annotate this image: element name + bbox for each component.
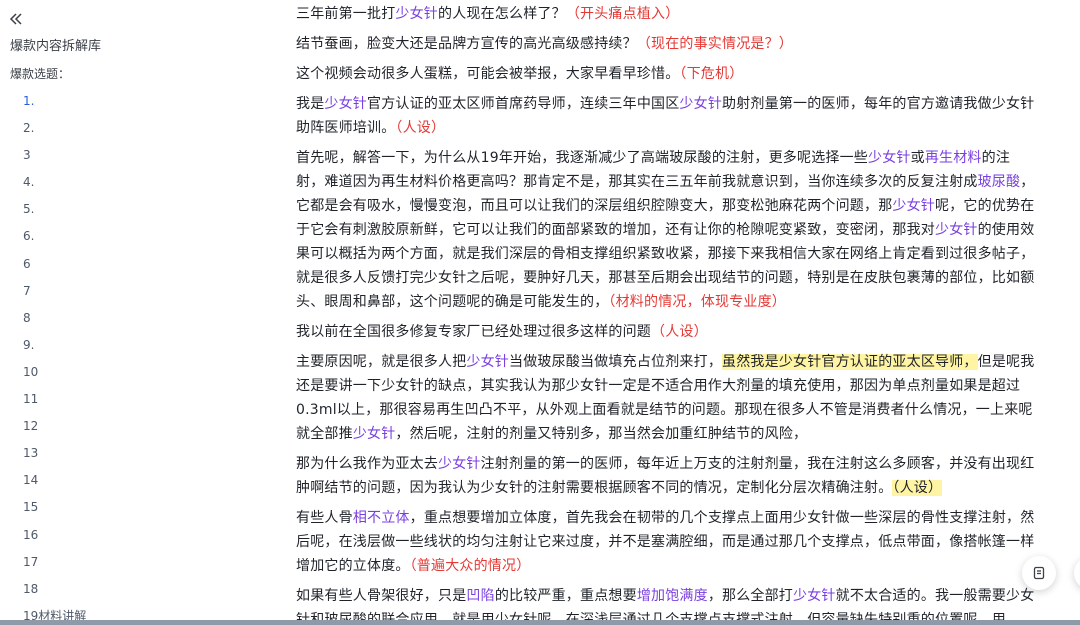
keyword: 少女针 — [438, 456, 481, 472]
sidebar: 爆款内容拆解库 爆款选题： 1. 2. 3 4. 5. 6. 6 7 8 9. 10 11 12 13 14… — [0, 0, 285, 625]
highlight: 虽然我是少女针官方认证的亚太区导师， — [722, 354, 978, 370]
text: 我是 — [296, 96, 325, 112]
keyword: 少女针 — [892, 198, 936, 214]
outline-item[interactable]: 10 — [23, 363, 86, 390]
text: 的比较严重，重点想要 — [494, 588, 637, 604]
outline-item[interactable]: 3 — [23, 146, 86, 173]
outline-item[interactable]: 12 — [23, 417, 86, 444]
document-icon — [1033, 566, 1045, 580]
outline-item[interactable]: 8 — [23, 309, 86, 336]
keyword: 少女针 — [935, 222, 978, 238]
bottom-scrollbar[interactable] — [0, 620, 1080, 625]
keyword: 玻尿酸 — [977, 174, 1021, 190]
keyword: 少女针 — [868, 150, 911, 166]
keyword: 少女针 — [395, 6, 439, 22]
paragraph-7: 主要原因呢，就是很多人把少女针当做玻尿酸当做填充占位剂来打，虽然我是少女针官方认… — [296, 350, 1038, 446]
text: 结节蚕画，脸变大还是品牌方宣传的高光高级感持续？ — [296, 36, 637, 52]
outline-item[interactable]: 6. — [23, 227, 86, 254]
keyword: 再生材料 — [924, 150, 982, 166]
outline-item[interactable]: 15 — [23, 498, 86, 525]
text: 我以前在全国很多修复专家厂已经处理过很多这样的问题 — [296, 324, 651, 340]
outline-item[interactable]: 16 — [23, 526, 86, 553]
annotation: （开头痛点植入） — [565, 6, 680, 22]
annotation: （下危机） — [679, 66, 744, 82]
text: 或 — [910, 150, 925, 166]
text: ，然后呢，注射的剂量又特别多，那当然会加重红肿结节的风险， — [395, 426, 808, 442]
outline-item[interactable]: 7 — [23, 282, 86, 309]
outline-item[interactable]: 14 — [23, 471, 86, 498]
outline-item[interactable]: 1. — [23, 92, 86, 119]
text: 的人现在怎么样了？ — [438, 6, 566, 22]
paragraph-1: 三年前第一批打少女针的人现在怎么样了？（开头痛点植入） — [296, 2, 1038, 26]
outline-list: 1. 2. 3 4. 5. 6. 6 7 8 9. 10 11 12 13 14 15 16 17 18 19材料讲解 — [23, 92, 86, 625]
text: 那为什么我作为亚太去 — [296, 456, 438, 472]
text: 主要原因呢，就是很多人把 — [296, 354, 467, 370]
keyword: 少女针 — [679, 96, 723, 112]
annotation: （人设） — [651, 324, 708, 340]
outline-item[interactable]: 11 — [23, 390, 86, 417]
outline-item[interactable]: 5. — [23, 200, 86, 227]
annotation: （人设） — [395, 120, 446, 136]
annotation: （普遍大众的情况） — [409, 558, 531, 574]
keyword: 增加饱满度 — [636, 588, 708, 604]
paragraph-5: 首先呢，解答一下，为什么从19年开始，我逐渐减少了高端玻尿酸的注射，更多呢选择一… — [296, 146, 1038, 314]
outline-item[interactable]: 18 — [23, 580, 86, 607]
outline-item[interactable]: 6 — [23, 255, 86, 282]
text: 如果有些人骨架很好，只是 — [296, 588, 467, 604]
outline-item[interactable]: 17 — [23, 553, 86, 580]
outline-item[interactable]: 4. — [23, 173, 86, 200]
paragraph-4: 我是少女针官方认证的亚太区师首席药导师，连续三年中国区少女针助射剂量第一的医师，… — [296, 92, 1038, 140]
topics-heading: 爆款选题： — [10, 67, 71, 81]
library-title: 爆款内容拆解库 — [10, 39, 102, 54]
keyword: 少女针 — [324, 96, 368, 112]
text: 有些人骨 — [296, 510, 353, 526]
keyword: 少女针 — [466, 354, 510, 370]
document-tool-button[interactable] — [1022, 556, 1056, 590]
keyword: 少女针 — [793, 588, 836, 604]
keyword: 少女针 — [352, 426, 396, 442]
highlight: （人设） — [892, 480, 943, 496]
chevrons-left-icon — [9, 13, 22, 25]
text: 当做玻尿酸当做填充占位剂来打， — [509, 354, 723, 370]
outline-item[interactable]: 13 — [23, 444, 86, 471]
paragraph-2: 结节蚕画，脸变大还是品牌方宣传的高光高级感持续？（现在的事实情况是？） — [296, 32, 1038, 56]
text: 官方认证的亚太区师首席药导师，连续三年中国区 — [367, 96, 680, 112]
paragraph-6: 我以前在全国很多修复专家厂已经处理过很多这样的问题（人设） — [296, 320, 1038, 344]
text: 三年前第一批打 — [296, 6, 396, 22]
paragraph-9: 有些人骨相不立体，重点想要增加立体度，首先我会在韧带的几个支撑点上面用少女针做一… — [296, 506, 1038, 578]
paragraph-3: 这个视频会动很多人蛋糕，可能会被举报，大家早看早珍惜。（下危机） — [296, 62, 1038, 86]
annotation: （现在的事实情况是？） — [636, 36, 794, 52]
text: 这个视频会动很多人蛋糕，可能会被举报，大家早看早珍惜。 — [296, 66, 680, 82]
secondary-float-button[interactable] — [1074, 556, 1080, 590]
keyword: 凹陷 — [466, 588, 495, 604]
outline-item[interactable]: 2. — [23, 119, 86, 146]
annotation: （材料的情况，体现专业度） — [608, 294, 787, 310]
outline-item[interactable]: 9. — [23, 336, 86, 363]
text: 首先呢，解答一下，为什么从19年开始，我逐渐减少了高端玻尿酸的注射，更多呢选择一… — [296, 150, 869, 166]
document-body: 三年前第一批打少女针的人现在怎么样了？（开头痛点植入） 结节蚕画，脸变大还是品牌… — [296, 0, 1038, 625]
keyword: 相不立体 — [352, 510, 410, 526]
paragraph-10: 如果有些人骨架很好，只是凹陷的比较严重，重点想要增加饱满度，那么全部打少女针就不… — [296, 584, 1038, 625]
text: ，那么全部打 — [707, 588, 794, 604]
paragraph-8: 那为什么我作为亚太去少女针注射剂量的第一的医师，每年近上万支的注射剂量，我在注射… — [296, 452, 1038, 500]
collapse-sidebar-button[interactable] — [8, 11, 24, 27]
